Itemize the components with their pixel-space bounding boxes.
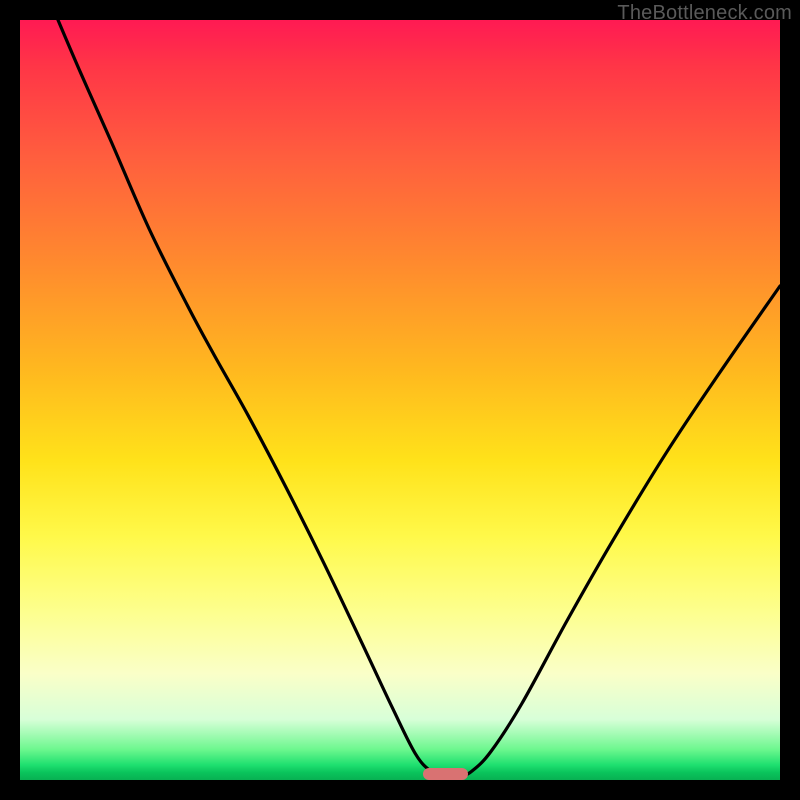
chart-frame: TheBottleneck.com: [0, 0, 800, 800]
optimal-range-marker: [423, 768, 469, 780]
bottleneck-curve: [20, 20, 780, 780]
plot-area: [20, 20, 780, 780]
watermark-text: TheBottleneck.com: [617, 2, 792, 25]
